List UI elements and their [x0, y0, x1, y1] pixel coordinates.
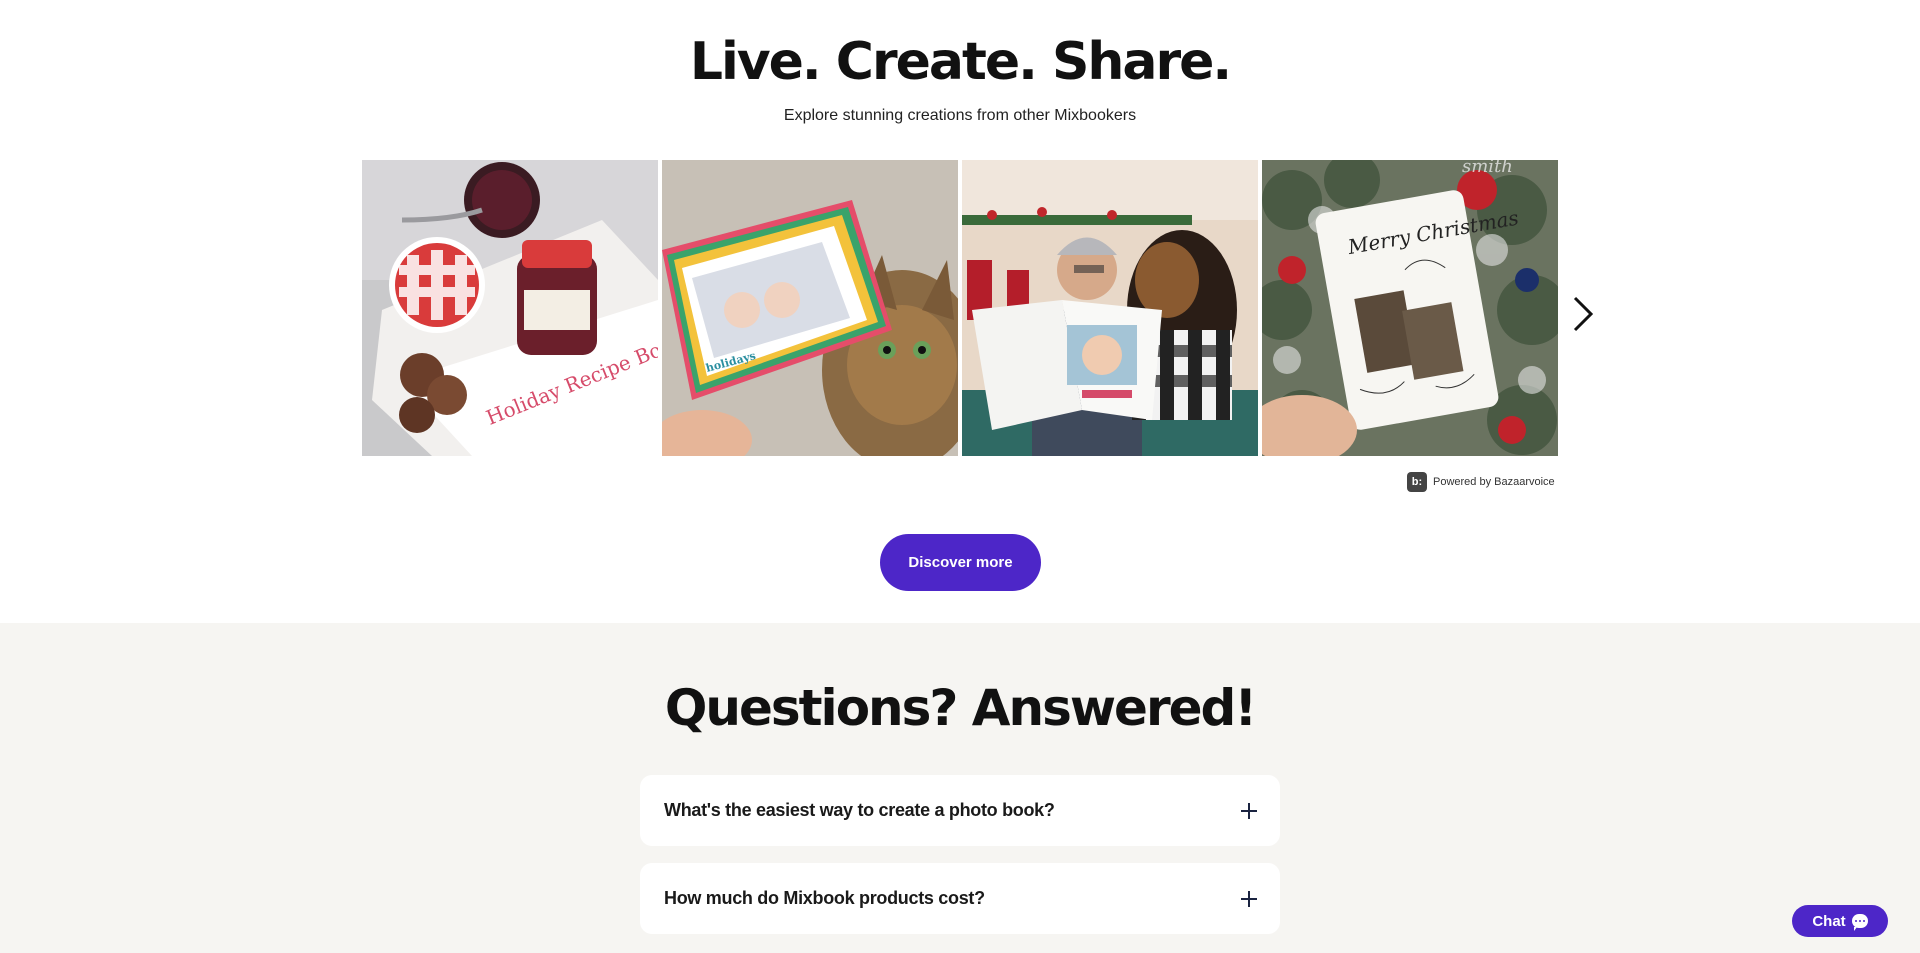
- faq-title: Questions? Answered!: [664, 679, 1257, 737]
- faq-item-product-cost[interactable]: How much do Mixbook products cost?: [640, 863, 1280, 934]
- carousel-tile-photo-book-dog[interactable]: [962, 160, 1258, 456]
- gallery-title: Live. Create. Share.: [689, 32, 1232, 92]
- powered-by-bazaarvoice[interactable]: b: Powered by Bazaarvoice: [1407, 472, 1555, 492]
- faq-question: What's the easiest way to create a photo…: [664, 800, 1055, 820]
- faq-question: How much do Mixbook products cost?: [664, 888, 985, 908]
- holidays-card-cat-image: holidays: [662, 160, 958, 456]
- gallery-subtitle: Explore stunning creations from other Mi…: [783, 107, 1137, 124]
- faq-section: Questions? Answered! What's the easiest …: [0, 623, 1920, 953]
- faq-item-easiest-way[interactable]: What's the easiest way to create a photo…: [640, 775, 1280, 846]
- powered-by-label: Powered by Bazaarvoice: [1433, 476, 1555, 488]
- photo-carousel: Holiday Recipe Book holidays smith Merry…: [362, 160, 1558, 456]
- carousel-tile-holidays-card[interactable]: holidays: [662, 160, 958, 456]
- chat-bubble-icon: [1851, 914, 1868, 928]
- plus-icon[interactable]: [1240, 802, 1258, 820]
- holiday-recipe-book-image: Holiday Recipe Book: [362, 160, 658, 456]
- discover-more-button[interactable]: Discover more: [880, 534, 1041, 591]
- chat-button[interactable]: Chat: [1792, 905, 1888, 937]
- merry-christmas-card-image: smith Merry Christmas: [1262, 160, 1558, 456]
- carousel-tile-recipe-book[interactable]: Holiday Recipe Book: [362, 160, 658, 456]
- gallery-section: Live. Create. Share. Explore stunning cr…: [0, 0, 1920, 623]
- man-with-dog-photo-book-image: [962, 160, 1258, 456]
- chat-label: Chat: [1812, 912, 1846, 930]
- carousel-tile-christmas-card[interactable]: smith Merry Christmas: [1262, 160, 1558, 456]
- chevron-right-icon: [1573, 296, 1594, 332]
- svg-text:smith: smith: [1462, 160, 1513, 177]
- plus-icon[interactable]: [1240, 890, 1258, 908]
- carousel-next-button[interactable]: [1567, 294, 1597, 334]
- bazaarvoice-logo-icon: b:: [1407, 472, 1427, 492]
